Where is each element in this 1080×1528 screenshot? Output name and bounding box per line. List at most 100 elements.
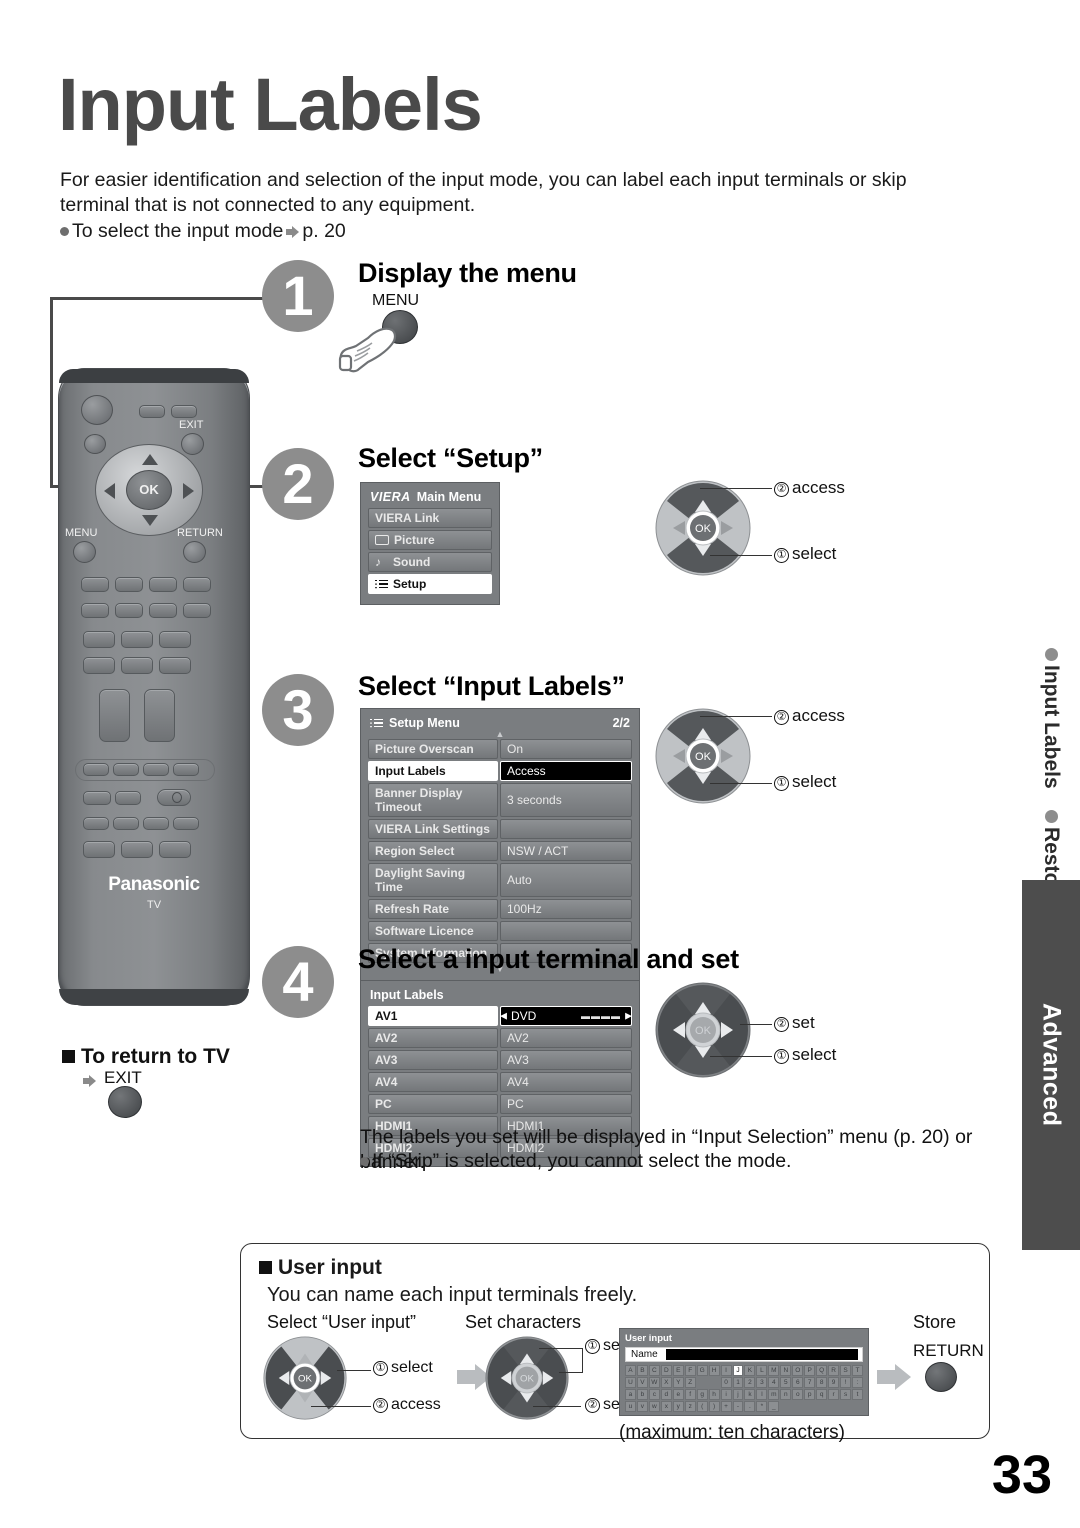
aux-key-2[interactable] (115, 791, 141, 805)
lower-key-3[interactable] (143, 763, 169, 776)
keypad-key[interactable]: 1 (732, 1377, 744, 1388)
input-row-av2[interactable]: AV2 AV2 (368, 1028, 632, 1048)
aux-key-1[interactable] (83, 791, 111, 805)
menu-button[interactable] (73, 541, 96, 563)
return-button-illustration[interactable] (925, 1362, 957, 1392)
main-menu-item-picture[interactable]: Picture (368, 530, 492, 550)
keypad-key[interactable]: p (804, 1389, 816, 1400)
power-button[interactable] (81, 395, 113, 425)
keypad-key[interactable]: W (648, 1377, 660, 1388)
keypad-key[interactable]: Y (672, 1377, 684, 1388)
keypad-key[interactable]: t (852, 1389, 863, 1400)
ok-button[interactable]: OK (126, 470, 172, 510)
keypad-key[interactable]: J (732, 1365, 744, 1376)
return-button[interactable] (183, 541, 206, 563)
keypad-row-4[interactable]: u v w x y z() + -. * _ (625, 1401, 863, 1412)
keypad-name-field[interactable]: Name (625, 1347, 863, 1362)
playback-key-3[interactable] (159, 631, 191, 648)
keypad-key[interactable]: P (804, 1365, 816, 1376)
keypad-key[interactable]: N (780, 1365, 792, 1376)
setup-row-viera-link-settings[interactable]: VIERA Link Settings (368, 819, 632, 839)
keypad-key[interactable]: C (648, 1365, 660, 1376)
keypad-key[interactable]: r (828, 1389, 840, 1400)
exit-button[interactable] (181, 433, 204, 455)
setup-row-picture-overscan[interactable]: Picture Overscan On (368, 739, 632, 759)
keypad-key[interactable]: ) (708, 1401, 720, 1412)
dpad-right-icon[interactable] (183, 483, 194, 499)
keypad-key[interactable]: A (625, 1365, 636, 1376)
keypad-key[interactable]: 3 (756, 1377, 768, 1388)
keypad-key[interactable]: T (852, 1365, 863, 1376)
keypad-key[interactable]: O (792, 1365, 804, 1376)
keypad-key[interactable]: K (744, 1365, 756, 1376)
keypad-key[interactable]: z (684, 1401, 696, 1412)
keypad-key[interactable]: V (636, 1377, 648, 1388)
scroll-up-icon[interactable]: ▲ (368, 730, 632, 739)
lower-key-1[interactable] (83, 763, 109, 776)
keypad-key[interactable]: 0 (720, 1377, 732, 1388)
playback-key-2[interactable] (121, 631, 153, 648)
keypad-key[interactable]: H (708, 1365, 720, 1376)
main-menu-item-viera-link[interactable]: VIERA Link (368, 508, 492, 528)
keypad-key[interactable]: f (684, 1389, 696, 1400)
keypad-key[interactable]: - (732, 1401, 744, 1412)
function-key-4[interactable] (183, 603, 211, 618)
section-tab-advanced[interactable]: Advanced (1022, 880, 1080, 1250)
keypad-key[interactable]: h (708, 1389, 720, 1400)
input-row-av4[interactable]: AV4 AV4 (368, 1072, 632, 1092)
sidebar-item-input-labels[interactable]: Input Labels (1040, 648, 1063, 789)
function-key-1[interactable] (81, 603, 109, 618)
keypad-key[interactable]: l (756, 1389, 768, 1400)
keypad-key[interactable]: Q (816, 1365, 828, 1376)
setup-row-refresh-rate[interactable]: Refresh Rate 100Hz (368, 899, 632, 919)
keypad-key[interactable]: ( (696, 1401, 708, 1412)
color-key-1[interactable] (81, 577, 109, 592)
bottom-key-4[interactable] (173, 817, 199, 830)
keypad-key[interactable]: j (732, 1389, 744, 1400)
bottom-key-2[interactable] (113, 817, 139, 830)
channel-rocker[interactable] (144, 689, 175, 742)
keypad-key[interactable]: * (756, 1401, 768, 1412)
keypad-key[interactable]: 4 (768, 1377, 780, 1388)
keypad-key[interactable]: I (720, 1365, 732, 1376)
keypad-row-3[interactable]: abcdefghijklmnopqrst (625, 1389, 863, 1400)
dpad-left-icon[interactable] (104, 483, 115, 499)
nav-wheel-step2[interactable]: OK (655, 480, 751, 576)
setup-row-software-licence[interactable]: Software Licence (368, 921, 632, 941)
bottom-key-6[interactable] (121, 841, 153, 858)
keypad-key[interactable]: a (625, 1389, 636, 1400)
keypad-key[interactable]: m (768, 1389, 780, 1400)
chevron-right-icon[interactable]: ▶ (625, 1011, 632, 1022)
keypad-key[interactable]: 5 (780, 1377, 792, 1388)
dpad-up-icon[interactable] (142, 454, 158, 465)
keypad-key[interactable]: k (744, 1389, 756, 1400)
main-menu-item-sound[interactable]: ♪ Sound (368, 552, 492, 572)
color-key-4[interactable] (183, 577, 211, 592)
bottom-key-1[interactable] (83, 817, 109, 830)
playback-key-1[interactable] (83, 631, 115, 648)
setup-row-banner-display-timeout[interactable]: Banner Display Timeout 3 seconds (368, 783, 632, 817)
color-key-2[interactable] (115, 577, 143, 592)
setup-row-region-select[interactable]: Region Select NSW / ACT (368, 841, 632, 861)
top-button-1[interactable] (139, 405, 165, 418)
color-key-3[interactable] (149, 577, 177, 592)
setup-row-input-labels[interactable]: Input Labels Access (368, 761, 632, 781)
keypad-key[interactable]: F (684, 1365, 696, 1376)
function-key-2[interactable] (115, 603, 143, 618)
keypad-key[interactable]: _ (768, 1401, 780, 1412)
playback-key-5[interactable] (121, 657, 153, 674)
keypad-key[interactable]: . (744, 1401, 756, 1412)
volume-rocker[interactable] (99, 689, 130, 742)
keypad-key[interactable]: G (696, 1365, 708, 1376)
keypad-key[interactable]: + (720, 1401, 732, 1412)
keypad-key[interactable]: M (768, 1365, 780, 1376)
bottom-key-7[interactable] (159, 841, 191, 858)
function-key-3[interactable] (149, 603, 177, 618)
lower-key-2[interactable] (113, 763, 139, 776)
dpad[interactable]: OK (95, 444, 203, 536)
input-button[interactable] (84, 434, 106, 454)
keypad-key[interactable]: u (625, 1401, 636, 1412)
playback-key-4[interactable] (83, 657, 115, 674)
keypad-key[interactable]: s (840, 1389, 852, 1400)
dpad-down-icon[interactable] (142, 515, 158, 526)
